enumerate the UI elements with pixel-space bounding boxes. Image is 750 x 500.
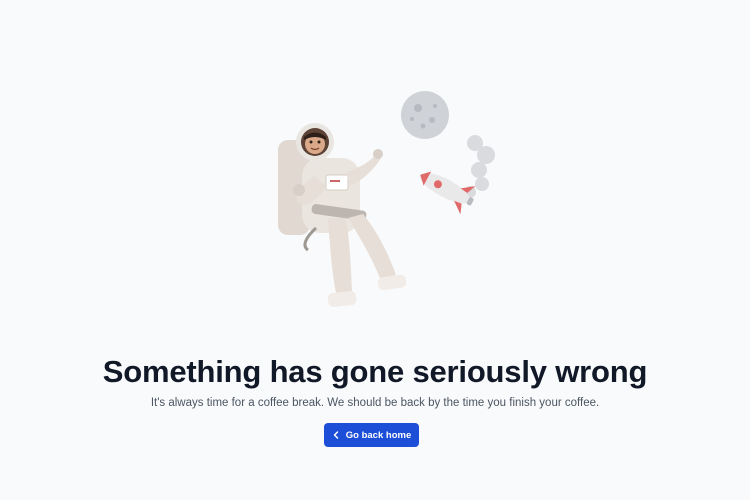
- chevron-left-icon: [332, 431, 340, 439]
- page-title: Something has gone seriously wrong: [102, 354, 648, 389]
- astronaut-icon: [278, 123, 407, 307]
- moon-icon: [401, 91, 449, 139]
- go-back-home-button[interactable]: Go back home: [324, 423, 419, 447]
- astronaut-illustration: [278, 91, 495, 307]
- rocket-icon: [419, 135, 495, 215]
- error-message: It's always time for a coffee break. We …: [150, 397, 600, 409]
- go-back-home-label: Go back home: [345, 429, 412, 441]
